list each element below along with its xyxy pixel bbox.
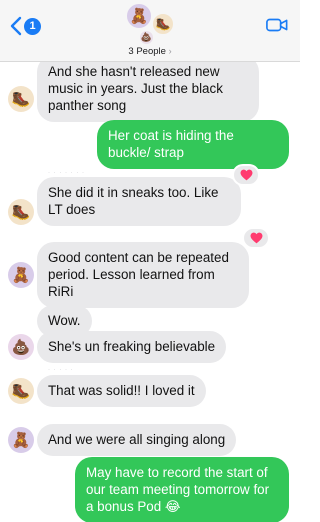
participants-label[interactable]: 3 People › <box>0 46 300 57</box>
message-bubble-incoming[interactable]: That was solid!! I loved it <box>37 375 206 407</box>
group-avatar-cluster[interactable]: 🧸 🥾 💩 <box>123 3 177 47</box>
avatar: 💩 <box>139 30 154 45</box>
heart-icon <box>240 169 252 181</box>
heart-icon <box>250 232 262 244</box>
tapback-heart[interactable] <box>242 227 270 249</box>
avatar[interactable]: 🥾 <box>8 86 34 112</box>
message-bubble-incoming[interactable]: She's un freaking believable <box>37 331 227 363</box>
message-bubble-incoming[interactable]: She did it in sneaks too. Like LT does <box>37 177 241 226</box>
video-camera-icon[interactable] <box>266 17 288 33</box>
message-bubble-incoming[interactable]: And we were all singing along <box>37 424 237 456</box>
message-bubble-incoming[interactable]: And she hasn't released new music in yea… <box>37 55 259 122</box>
message-bubble-incoming[interactable]: Good content can be repeated period. Les… <box>37 242 249 308</box>
conversation-header: 1 🧸 🥾 💩 3 People › <box>0 0 300 62</box>
participants-count: 3 People <box>128 46 166 57</box>
chevron-left-icon <box>10 16 22 36</box>
back-button[interactable]: 1 <box>10 16 41 36</box>
tapback-heart[interactable] <box>232 164 260 186</box>
avatar: 🥾 <box>152 13 174 35</box>
unread-count-badge: 1 <box>24 17 41 35</box>
avatar: 🧸 <box>126 3 152 29</box>
message-bubble-outgoing[interactable]: May have to record the start of our team… <box>75 457 289 522</box>
sender-name-hint: · · · · · · · <box>48 170 85 176</box>
avatar[interactable]: 🧸 <box>8 262 34 288</box>
chevron-right-icon: › <box>168 46 172 56</box>
avatar[interactable]: 🧸 <box>8 427 34 453</box>
messages-screen: 🥾 And she hasn't released new music in y… <box>0 0 300 522</box>
avatar[interactable]: 🥾 <box>8 199 34 225</box>
message-bubble-outgoing[interactable]: Her coat is hiding the buckle/ strap <box>97 120 289 169</box>
sender-name-hint: · · · · · <box>48 367 74 373</box>
avatar[interactable]: 🥾 <box>8 378 34 404</box>
avatar[interactable]: 💩 <box>8 334 34 360</box>
message-thread[interactable]: 🥾 And she hasn't released new music in y… <box>0 0 300 522</box>
